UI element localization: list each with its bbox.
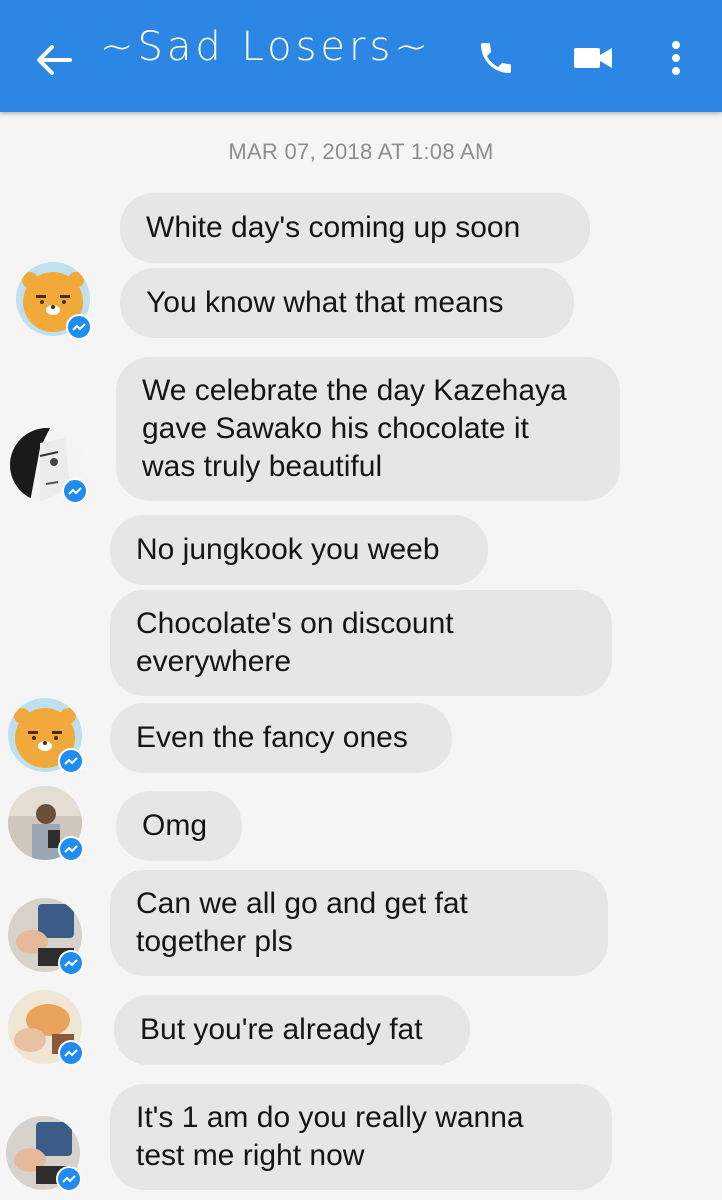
message-text: No jungkook you weeb: [136, 533, 440, 566]
message-text: everywhere: [136, 645, 292, 678]
messenger-badge-icon: [62, 478, 88, 504]
messenger-badge-icon: [58, 950, 84, 976]
message-text: gave Sawako his chocolate it: [142, 412, 529, 445]
message-text: But you're already fat: [140, 1013, 423, 1046]
arrow-left-icon: [37, 45, 72, 75]
message-timestamp: MAR 07, 2018 AT 1:08 AM: [228, 139, 494, 164]
phone-icon: [481, 43, 511, 73]
message-text: Omg: [142, 809, 208, 842]
message-bubble[interactable]: It's 1 am do you really wanna test me ri…: [110, 1084, 612, 1190]
more-vertical-icon: [672, 41, 680, 75]
message-bubble[interactable]: But you're already fat: [114, 995, 470, 1065]
message-text: was truly beautiful: [142, 450, 383, 483]
message-text: Can we all go and get fat: [136, 887, 468, 920]
message-bubble[interactable]: Even the fancy ones: [110, 703, 452, 773]
message-bubble[interactable]: We celebrate the day Kazehaya gave Sawak…: [116, 357, 620, 501]
more-options-button[interactable]: [660, 34, 692, 82]
message-bubble[interactable]: Omg: [116, 791, 242, 861]
message-bubble[interactable]: Can we all go and get fat together pls: [110, 870, 608, 976]
video-call-button[interactable]: [568, 36, 618, 80]
message-text: It's 1 am do you really wanna: [136, 1101, 524, 1134]
message-bubble[interactable]: No jungkook you weeb: [110, 515, 488, 585]
message-bubble[interactable]: You know what that means: [120, 268, 574, 338]
message-text: White day's coming up soon: [146, 211, 521, 244]
messenger-badge-icon: [66, 314, 92, 340]
back-button[interactable]: [32, 40, 76, 80]
conversation-title[interactable]: ~Sad Losers~: [100, 24, 432, 70]
call-button[interactable]: [470, 34, 522, 82]
messenger-badge-icon: [56, 1166, 82, 1192]
message-text: test me right now: [136, 1139, 365, 1172]
message-bubble[interactable]: Chocolate's on discount everywhere: [110, 590, 612, 696]
conversation-header: ~Sad Losers~: [0, 0, 722, 112]
messenger-badge-icon: [58, 836, 84, 862]
messenger-badge-icon: [58, 748, 84, 774]
video-camera-icon: [574, 48, 612, 68]
message-text: together pls: [136, 925, 293, 958]
message-bubble[interactable]: White day's coming up soon: [120, 193, 590, 263]
message-text: We celebrate the day Kazehaya: [142, 374, 567, 407]
message-text: You know what that means: [146, 286, 504, 319]
messenger-badge-icon: [58, 1040, 84, 1066]
message-text: Chocolate's on discount: [136, 607, 454, 640]
message-text: Even the fancy ones: [136, 721, 408, 754]
